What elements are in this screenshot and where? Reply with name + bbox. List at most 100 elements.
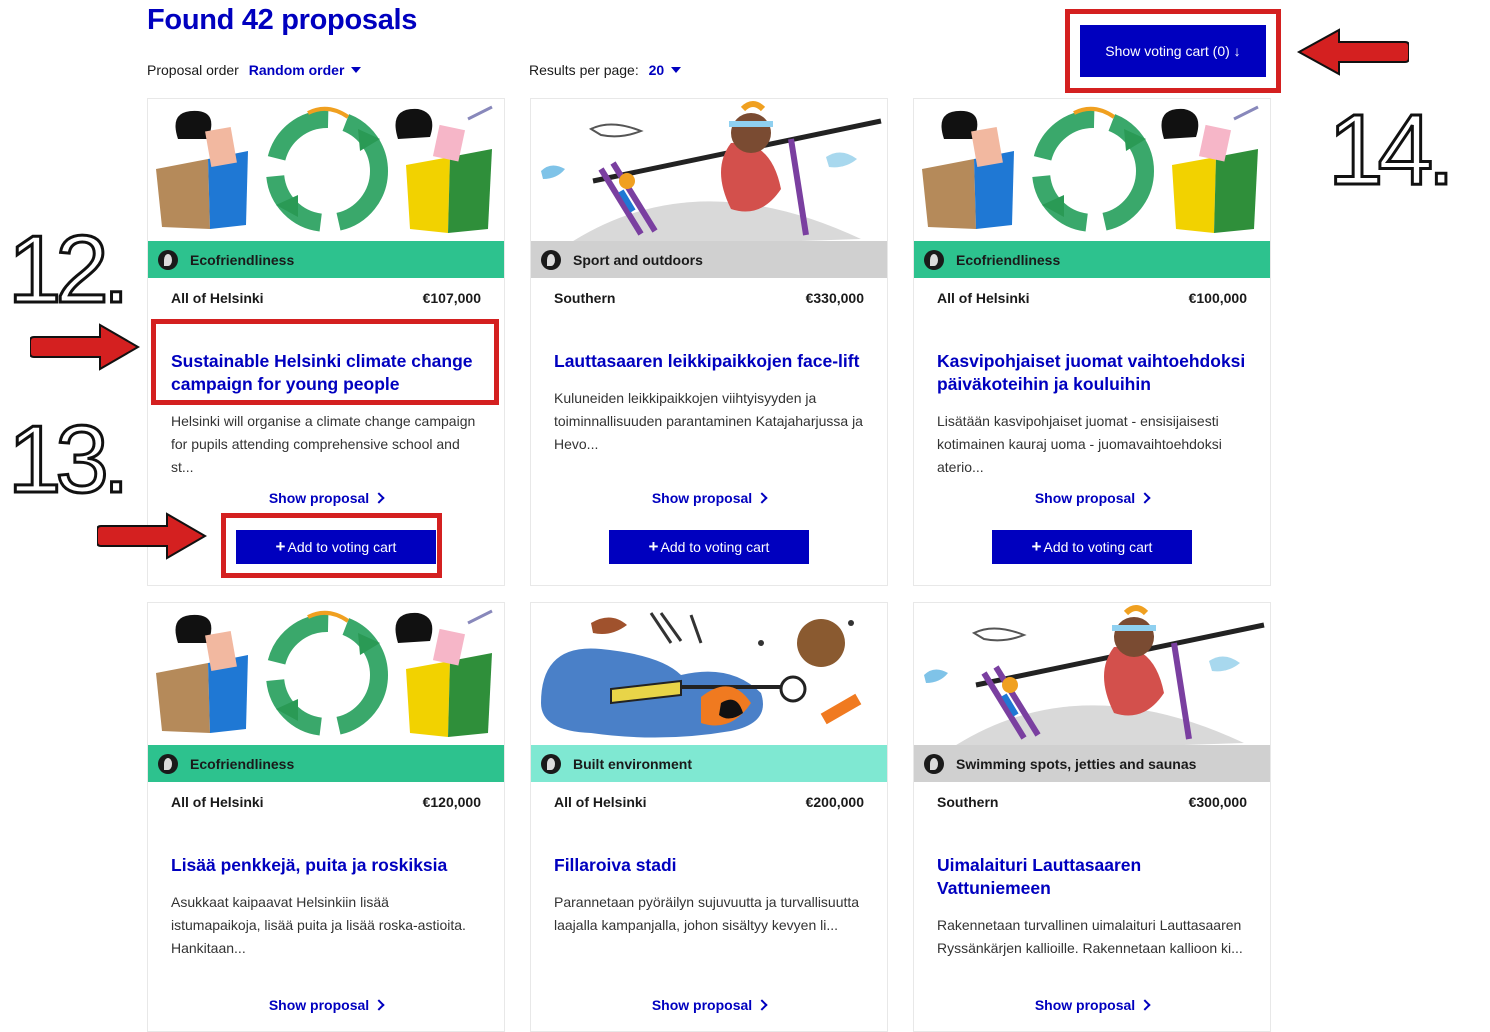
category-icon [158, 753, 178, 774]
area-label: Southern [554, 290, 616, 306]
highlight-box-title [151, 319, 499, 405]
red-arrow-right-icon [30, 323, 140, 371]
show-proposal-label: Show proposal [651, 997, 753, 1013]
add-to-voting-cart-label: Add to voting cart [1043, 539, 1153, 555]
svg-text:13.: 13. [8, 410, 123, 502]
category-icon [924, 249, 944, 270]
add-to-voting-cart-label: Add to voting cart [660, 539, 770, 555]
proposal-meta: All of Helsinki €107,000 [148, 278, 504, 306]
price-label: €107,000 [422, 290, 481, 306]
chevron-right-icon [756, 492, 768, 504]
show-proposal-label: Show proposal [268, 997, 370, 1013]
show-proposal-link[interactable]: Show proposal [914, 490, 1270, 506]
results-per-page-dropdown[interactable]: 20 [649, 62, 665, 78]
red-arrow-right-icon [97, 512, 207, 560]
proposal-meta: All of Helsinki €200,000 [531, 782, 887, 810]
price-label: €300,000 [1188, 794, 1247, 810]
show-proposal-label: Show proposal [1034, 490, 1136, 506]
plus-icon: + [648, 537, 659, 556]
proposal-description: Rakennetaan turvallinen uimalaituri Laut… [937, 917, 1243, 956]
proposal-description: Kuluneiden leikkipaikkojen viihtyisyyden… [554, 390, 863, 452]
svg-text:14.: 14. [1328, 98, 1449, 194]
category-band: Ecofriendliness [148, 241, 504, 278]
show-proposal-link[interactable]: Show proposal [148, 490, 504, 506]
proposal-image [148, 99, 504, 241]
price-label: €120,000 [422, 794, 481, 810]
show-proposal-link[interactable]: Show proposal [531, 997, 887, 1013]
category-band: Built environment [531, 745, 887, 782]
proposal-order-dropdown[interactable]: Random order [249, 62, 345, 78]
show-voting-cart-button[interactable]: Show voting cart (0) ↓ [1080, 25, 1266, 77]
plus-icon: + [1031, 537, 1042, 556]
show-proposal-link[interactable]: Show proposal [148, 997, 504, 1013]
category-label: Built environment [573, 755, 693, 772]
highlight-box-add-button [221, 513, 442, 578]
area-label: All of Helsinki [171, 290, 264, 306]
proposal-meta: All of Helsinki €100,000 [914, 278, 1270, 306]
proposal-description: Helsinki will organise a climate change … [171, 413, 476, 475]
chevron-right-icon [373, 492, 385, 504]
page-title: Found 42 proposals [147, 4, 418, 36]
chevron-down-icon[interactable] [351, 67, 362, 73]
category-label: Swimming spots, jetties and saunas [956, 755, 1197, 772]
svg-text:12.: 12. [8, 222, 123, 312]
chevron-down-icon[interactable] [671, 67, 682, 73]
show-proposal-label: Show proposal [1034, 997, 1136, 1013]
proposal-image [531, 99, 887, 241]
area-label: All of Helsinki [554, 794, 647, 810]
area-label: All of Helsinki [937, 290, 1030, 306]
category-band: Sport and outdoors [531, 241, 887, 278]
proposal-order-control: Proposal order Random order [147, 62, 362, 78]
add-to-voting-cart-button[interactable]: + Add to voting cart [992, 530, 1192, 564]
chevron-right-icon [756, 999, 768, 1011]
proposal-description: Lisätään kasvipohjaiset juomat - ensisij… [937, 413, 1222, 475]
proposal-card: Built environment All of Helsinki €200,0… [530, 602, 888, 1032]
chevron-right-icon [373, 999, 385, 1011]
area-label: Southern [937, 794, 999, 810]
category-icon [541, 753, 561, 774]
proposal-description: Parannetaan pyöräilyn sujuvuutta ja turv… [554, 894, 860, 933]
proposal-description: Asukkaat kaipaavat Helsinkiin lisää istu… [171, 894, 466, 956]
add-to-voting-cart-button[interactable]: + Add to voting cart [609, 530, 809, 564]
category-label: Sport and outdoors [573, 251, 703, 268]
proposal-title-link[interactable]: Lauttasaaren leikkipaikkojen face-lift [554, 350, 864, 373]
proposal-meta: All of Helsinki €120,000 [148, 782, 504, 810]
chevron-right-icon [1139, 492, 1151, 504]
step-number-13: 13. [8, 410, 131, 502]
proposal-card: Swimming spots, jetties and saunas South… [913, 602, 1271, 1032]
proposal-image [914, 603, 1270, 745]
proposal-title-link[interactable]: Kasvipohjaiset juomat vaihtoehdoksi päiv… [937, 350, 1247, 396]
category-icon [924, 753, 944, 774]
category-band: Ecofriendliness [914, 241, 1270, 278]
show-proposal-label: Show proposal [651, 490, 753, 506]
show-proposal-link[interactable]: Show proposal [914, 997, 1270, 1013]
red-arrow-left-icon [1296, 28, 1409, 76]
proposal-meta: Southern €330,000 [531, 278, 887, 306]
price-label: €100,000 [1188, 290, 1247, 306]
proposal-card: Ecofriendliness All of Helsinki €120,000… [147, 602, 505, 1032]
category-label: Ecofriendliness [190, 755, 295, 772]
proposal-title-link[interactable]: Lisää penkkejä, puita ja roskiksia [171, 854, 481, 877]
category-label: Ecofriendliness [190, 251, 295, 268]
price-label: €200,000 [805, 794, 864, 810]
proposal-image [531, 603, 887, 745]
category-band: Swimming spots, jetties and saunas [914, 745, 1270, 782]
proposal-title-link[interactable]: Fillaroiva stadi [554, 854, 864, 877]
proposal-order-label: Proposal order [147, 62, 239, 78]
step-number-14: 14. [1328, 98, 1457, 194]
category-icon [541, 249, 561, 270]
results-per-page-control: Results per page: 20 [529, 62, 682, 78]
price-label: €330,000 [805, 290, 864, 306]
proposal-card: Ecofriendliness All of Helsinki €100,000… [913, 98, 1271, 586]
proposal-image [914, 99, 1270, 241]
area-label: All of Helsinki [171, 794, 264, 810]
show-proposal-label: Show proposal [268, 490, 370, 506]
show-proposal-link[interactable]: Show proposal [531, 490, 887, 506]
results-per-page-label: Results per page: [529, 62, 639, 78]
proposal-title-link[interactable]: Uimalaituri Lauttasaaren Vattuniemeen [937, 854, 1247, 900]
proposal-card: Sport and outdoors Southern €330,000 Lau… [530, 98, 888, 586]
chevron-right-icon [1139, 999, 1151, 1011]
category-band: Ecofriendliness [148, 745, 504, 782]
step-number-12: 12. [8, 222, 131, 312]
proposal-image [148, 603, 504, 745]
